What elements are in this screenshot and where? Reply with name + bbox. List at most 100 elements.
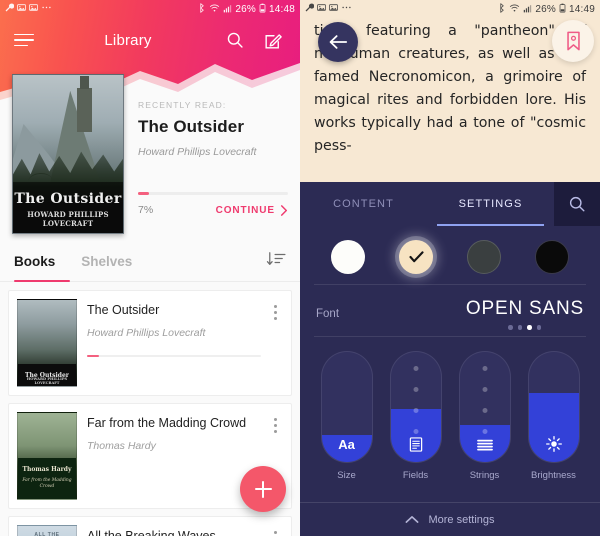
book-title: The Outsider	[87, 303, 160, 317]
signal-icon	[523, 3, 532, 16]
font-value-wrap: OPEN SANS	[466, 298, 584, 330]
slider-size: Aa Size	[320, 350, 373, 481]
continue-label: CONTINUE	[215, 204, 275, 216]
list-item[interactable]: ALL THE All the Breaking Waves	[8, 516, 292, 536]
reading-progress-bar	[138, 192, 288, 195]
brightness-slider[interactable]	[527, 350, 580, 463]
sort-icon[interactable]	[266, 251, 286, 281]
search-icon[interactable]	[554, 182, 600, 226]
bluetooth-icon	[198, 2, 206, 16]
bookmark-icon	[566, 31, 580, 51]
check-icon	[408, 251, 424, 263]
book-info: The Outsider Howard Phillips Lovecraft	[77, 299, 267, 387]
bookmark-button[interactable]	[552, 20, 594, 62]
recently-read-cover[interactable]: The Outsider HOWARD PHILLIPS LOVECRAFT	[12, 74, 124, 234]
slider-fields: Fields	[389, 350, 442, 481]
progress-percent: 7%	[138, 204, 154, 216]
brightness-icon	[529, 435, 579, 452]
pager-dot-active[interactable]	[527, 325, 532, 330]
search-icon[interactable]	[222, 27, 248, 53]
slider-label: Size	[337, 469, 356, 481]
tab-content[interactable]: CONTENT	[300, 182, 427, 226]
image-icon	[329, 3, 338, 15]
battery-percent: 26%	[535, 3, 556, 15]
settings-sliders: Aa Size Fields Strings Brightness	[300, 337, 600, 481]
recently-read-footer: 7% CONTINUE	[138, 204, 288, 216]
status-left-icons	[305, 3, 352, 15]
edit-icon[interactable]	[260, 27, 286, 53]
recently-read-meta: RECENTLY READ: The Outsider Howard Phill…	[138, 74, 288, 234]
theme-option-white[interactable]	[331, 240, 365, 274]
tab-shelves[interactable]: Shelves	[81, 254, 132, 278]
status-left-icons	[5, 3, 52, 15]
book-progress-bar	[87, 354, 261, 358]
right-status-bar: 26% 14:49	[300, 0, 600, 18]
slider-brightness: Brightness	[527, 350, 580, 481]
cover-title: The Outsider	[14, 191, 122, 208]
book-cover[interactable]: Thomas Hardy Far from the Madding Crowd	[17, 412, 77, 500]
wrench-icon	[5, 3, 15, 15]
library-tabs: Books Shelves	[0, 251, 300, 282]
screenshot-root: 26% 14:48 Library The Outsider HOWARD PH…	[0, 0, 600, 536]
cover-title: Thomas Hardy	[22, 466, 72, 473]
font-value: OPEN SANS	[465, 298, 584, 319]
book-title: Far from the Madding Crowd	[87, 416, 247, 430]
font-selector[interactable]: Font OPEN SANS	[300, 285, 600, 336]
wifi-icon	[509, 3, 520, 16]
settings-tab-bar: CONTENT SETTINGS	[300, 182, 600, 226]
book-progress-fill	[87, 354, 100, 358]
clock-time: 14:48	[268, 3, 295, 15]
left-status-bar: 26% 14:48	[0, 0, 300, 18]
book-title: All the Breaking Waves	[87, 529, 216, 536]
cover-author: HOWARD PHILLIPS LOVECRAFT	[27, 210, 109, 228]
status-right-icons: 26% 14:49	[498, 2, 595, 16]
theme-option-sepia[interactable]	[399, 240, 433, 274]
library-app-bar: Library	[0, 18, 300, 62]
wifi-icon	[209, 3, 220, 16]
margins-icon	[391, 436, 441, 452]
wrench-icon	[305, 3, 315, 15]
size-slider[interactable]: Aa	[320, 350, 373, 463]
list-item[interactable]: The Outsider HOWARD PHILLIPS LOVECRAFT T…	[8, 290, 292, 396]
fields-slider[interactable]	[389, 350, 442, 463]
theme-option-black[interactable]	[535, 240, 569, 274]
library-screen: 26% 14:48 Library The Outsider HOWARD PH…	[0, 0, 300, 536]
pager-dot[interactable]	[536, 325, 542, 330]
battery-icon	[259, 3, 266, 16]
slider-label: Strings	[469, 469, 500, 481]
continue-button[interactable]: CONTINUE	[216, 205, 288, 216]
book-author: Howard Phillips Lovecraft	[87, 326, 206, 339]
image-icon	[29, 3, 38, 15]
book-menu-icon[interactable]	[267, 299, 283, 387]
recently-read-title: The Outsider	[138, 117, 245, 136]
tab-books[interactable]: Books	[14, 254, 55, 278]
pager-dot[interactable]	[508, 325, 513, 330]
reading-progress-fill	[138, 192, 149, 195]
more-settings-label: More settings	[428, 513, 495, 526]
add-book-fab[interactable]	[240, 466, 286, 512]
page-title: Library	[104, 31, 152, 49]
book-cover[interactable]: The Outsider HOWARD PHILLIPS LOVECRAFT	[17, 299, 77, 387]
font-pager-dots	[466, 325, 584, 330]
line-spacing-icon	[460, 439, 510, 452]
theme-option-dark-grey[interactable]	[467, 240, 501, 274]
strings-slider[interactable]	[458, 350, 511, 463]
font-label: Font	[316, 307, 340, 320]
tab-settings[interactable]: SETTINGS	[427, 182, 554, 226]
pager-dot[interactable]	[517, 325, 523, 330]
theme-selector	[300, 226, 600, 284]
signal-icon	[223, 3, 232, 16]
recently-read-card[interactable]: The Outsider HOWARD PHILLIPS LOVECRAFT R…	[0, 62, 300, 234]
image-icon	[317, 3, 326, 15]
slider-label: Brightness	[531, 469, 576, 481]
hamburger-icon[interactable]	[14, 33, 34, 47]
more-settings-button[interactable]: More settings	[300, 502, 600, 536]
book-cover[interactable]: ALL THE	[17, 525, 77, 536]
status-right-icons: 26% 14:48	[198, 2, 295, 16]
reader-settings-panel: CONTENT SETTINGS Font OPEN SANS Aa Size …	[300, 182, 600, 536]
back-arrow-icon	[329, 35, 348, 49]
book-menu-icon[interactable]	[267, 525, 283, 536]
reader-content: 26% 14:49 tions featuring a "pantheon" o…	[300, 0, 600, 182]
back-button[interactable]	[318, 22, 358, 62]
cover-title: ALL THE	[34, 532, 60, 536]
